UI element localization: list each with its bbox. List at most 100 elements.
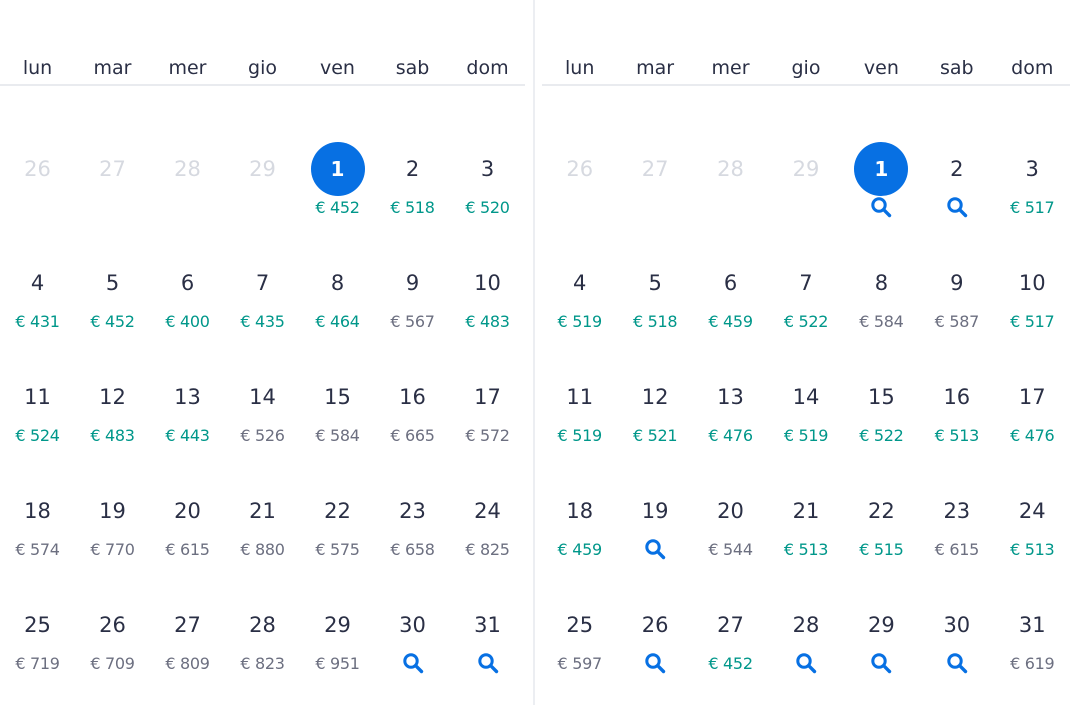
day-cell[interactable]: 27 € 452 bbox=[693, 580, 768, 694]
day-cell[interactable]: 12 € 483 bbox=[75, 352, 150, 466]
day-cell[interactable]: 5 € 452 bbox=[75, 238, 150, 352]
day-number: 19 bbox=[641, 499, 669, 523]
day-number: 14 bbox=[249, 385, 276, 409]
day-number: 28 bbox=[174, 157, 201, 181]
day-cell[interactable]: 27 € 809 bbox=[150, 580, 225, 694]
day-cell-selected[interactable]: 1 € 452 bbox=[300, 124, 375, 238]
day-cell[interactable]: 15 € 584 bbox=[300, 352, 375, 466]
day-cell[interactable]: 8 € 464 bbox=[300, 238, 375, 352]
day-cell[interactable]: 25 € 719 bbox=[0, 580, 75, 694]
day-cell[interactable]: 7 € 435 bbox=[225, 238, 300, 352]
day-cell[interactable]: 21 € 513 bbox=[768, 466, 843, 580]
day-cell[interactable]: 5 € 518 bbox=[617, 238, 692, 352]
day-cell[interactable]: 25 € 597 bbox=[542, 580, 617, 694]
day-cell[interactable]: 9 € 587 bbox=[919, 238, 994, 352]
week-row: 25 € 719 26 € 709 27 € 809 28 € 823 29 € 951 30 31 bbox=[0, 580, 525, 694]
search-icon[interactable] bbox=[946, 652, 968, 674]
day-cell[interactable]: 21 € 880 bbox=[225, 466, 300, 580]
day-cell-selected[interactable]: 1 bbox=[844, 124, 919, 238]
day-cell[interactable]: 23 € 658 bbox=[375, 466, 450, 580]
day-price: € 619 bbox=[1010, 654, 1055, 673]
day-price: € 517 bbox=[1010, 198, 1055, 217]
day-cell[interactable]: 19 € 770 bbox=[75, 466, 150, 580]
day-cell[interactable]: 6 € 400 bbox=[150, 238, 225, 352]
day-cell[interactable]: 24 € 513 bbox=[995, 466, 1070, 580]
day-price: € 584 bbox=[315, 426, 360, 445]
day-cell[interactable]: 10 € 483 bbox=[450, 238, 525, 352]
day-cell[interactable]: 15 € 522 bbox=[844, 352, 919, 466]
day-price: € 658 bbox=[390, 540, 435, 559]
day-cell[interactable]: 14 € 526 bbox=[225, 352, 300, 466]
day-cell[interactable]: 3 € 517 bbox=[995, 124, 1070, 238]
day-cell[interactable]: 11 € 519 bbox=[542, 352, 617, 466]
day-cell[interactable]: 20 € 615 bbox=[150, 466, 225, 580]
search-icon[interactable] bbox=[870, 196, 892, 218]
day-cell[interactable]: 22 € 515 bbox=[844, 466, 919, 580]
day-cell[interactable]: 9 € 567 bbox=[375, 238, 450, 352]
day-cell[interactable]: 30 bbox=[919, 580, 994, 694]
day-cell[interactable]: 26 bbox=[617, 580, 692, 694]
day-cell[interactable]: 11 € 524 bbox=[0, 352, 75, 466]
day-cell[interactable]: 2 bbox=[919, 124, 994, 238]
search-icon[interactable] bbox=[402, 652, 424, 674]
day-cell[interactable]: 26 € 709 bbox=[75, 580, 150, 694]
day-cell[interactable]: 4 € 519 bbox=[542, 238, 617, 352]
day-number: 6 bbox=[723, 271, 738, 295]
day-number: 7 bbox=[255, 271, 270, 295]
day-number: 2 bbox=[405, 157, 420, 181]
day-cell[interactable]: 2 € 518 bbox=[375, 124, 450, 238]
day-cell[interactable]: 28 € 823 bbox=[225, 580, 300, 694]
day-cell[interactable]: 17 € 476 bbox=[995, 352, 1070, 466]
day-cell[interactable]: 13 € 476 bbox=[693, 352, 768, 466]
day-number: 25 bbox=[24, 613, 51, 637]
day-cell[interactable]: 22 € 575 bbox=[300, 466, 375, 580]
day-cell[interactable]: 16 € 513 bbox=[919, 352, 994, 466]
search-icon[interactable] bbox=[477, 652, 499, 674]
day-number: 24 bbox=[1018, 499, 1046, 523]
day-cell[interactable]: 29 bbox=[844, 580, 919, 694]
day-cell[interactable]: 31 € 619 bbox=[995, 580, 1070, 694]
day-number: 15 bbox=[324, 385, 351, 409]
day-cell[interactable]: 10 € 517 bbox=[995, 238, 1070, 352]
search-icon[interactable] bbox=[644, 652, 666, 674]
day-cell[interactable]: 30 bbox=[375, 580, 450, 694]
day-cell[interactable]: 29 € 951 bbox=[300, 580, 375, 694]
weekday-label: ven bbox=[320, 57, 355, 79]
day-cell[interactable]: 3 € 520 bbox=[450, 124, 525, 238]
week-row: 4 € 431 5 € 452 6 € 400 7 € 435 8 € 464 9 € 567 10 € … bbox=[0, 238, 525, 352]
day-cell[interactable]: 18 € 459 bbox=[542, 466, 617, 580]
day-price: € 951 bbox=[315, 654, 360, 673]
weekday-label: dom bbox=[466, 57, 509, 79]
day-number: 30 bbox=[399, 613, 426, 637]
day-cell[interactable]: 4 € 431 bbox=[0, 238, 75, 352]
day-cell[interactable]: 17 € 572 bbox=[450, 352, 525, 466]
day-cell[interactable]: 7 € 522 bbox=[768, 238, 843, 352]
day-cell[interactable]: 28 bbox=[768, 580, 843, 694]
day-cell[interactable]: 13 € 443 bbox=[150, 352, 225, 466]
day-cell[interactable]: 8 € 584 bbox=[844, 238, 919, 352]
search-icon[interactable] bbox=[870, 652, 892, 674]
day-cell[interactable]: 31 bbox=[450, 580, 525, 694]
search-icon[interactable] bbox=[795, 652, 817, 674]
day-cell[interactable]: 23 € 615 bbox=[919, 466, 994, 580]
day-cell[interactable]: 24 € 825 bbox=[450, 466, 525, 580]
day-cell[interactable]: 19 bbox=[617, 466, 692, 580]
day-cell[interactable]: 16 € 665 bbox=[375, 352, 450, 466]
weekday-label: gio bbox=[248, 57, 277, 79]
search-icon[interactable] bbox=[946, 196, 968, 218]
day-number: 22 bbox=[868, 499, 895, 523]
weekday-label: gio bbox=[791, 57, 821, 79]
day-price: € 452 bbox=[708, 654, 753, 673]
day-number: 8 bbox=[330, 271, 345, 295]
day-cell[interactable]: 20 € 544 bbox=[693, 466, 768, 580]
weekday-label: mar bbox=[93, 57, 132, 79]
day-price: € 452 bbox=[315, 198, 360, 217]
day-cell[interactable]: 6 € 459 bbox=[693, 238, 768, 352]
weekday-label: mar bbox=[636, 57, 675, 79]
search-icon[interactable] bbox=[644, 538, 666, 560]
day-number: 4 bbox=[30, 271, 45, 295]
day-cell[interactable]: 14 € 519 bbox=[768, 352, 843, 466]
day-number: 5 bbox=[105, 271, 120, 295]
day-cell[interactable]: 12 € 521 bbox=[617, 352, 692, 466]
day-cell[interactable]: 18 € 574 bbox=[0, 466, 75, 580]
